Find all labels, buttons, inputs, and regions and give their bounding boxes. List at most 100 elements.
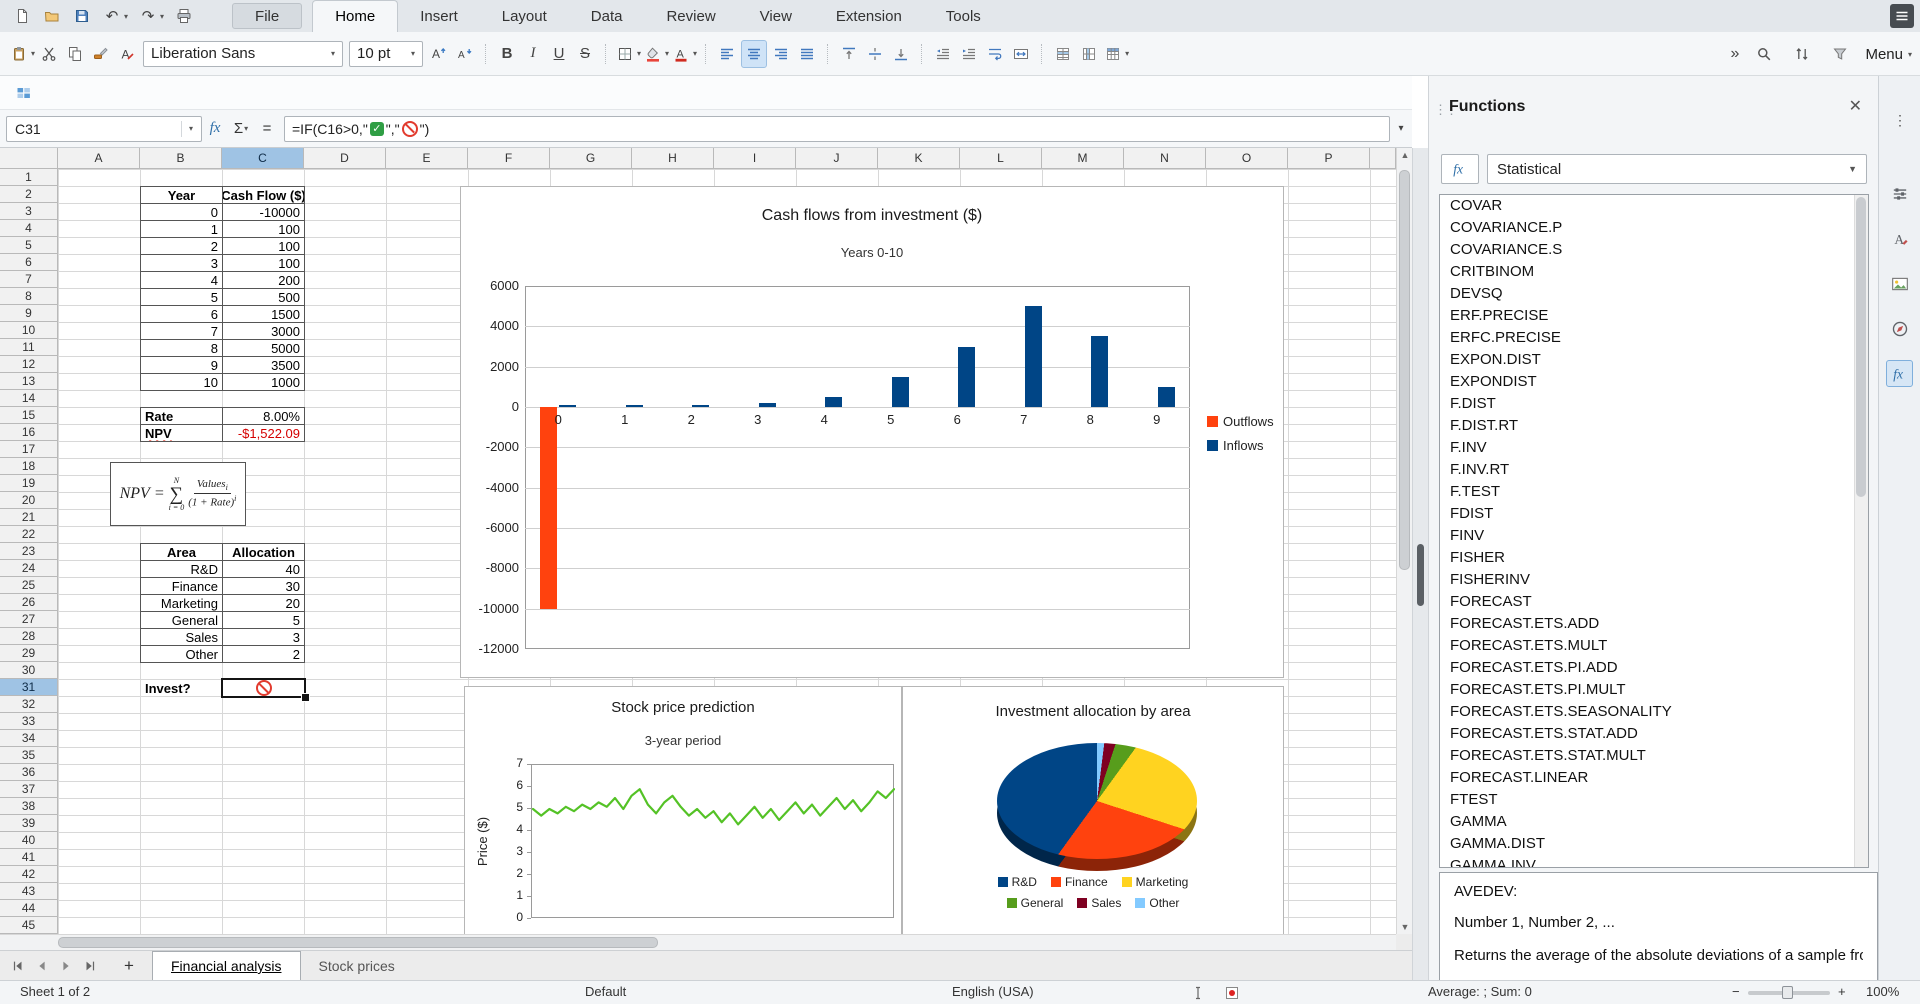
- row-header-43[interactable]: 43: [0, 883, 58, 900]
- menu-tab-view[interactable]: View: [738, 1, 814, 32]
- first-sheet-button[interactable]: [8, 956, 28, 976]
- print-button[interactable]: [172, 4, 196, 28]
- cell-B25[interactable]: Finance: [141, 578, 222, 594]
- font-name-dropdown-arrow[interactable]: ▾: [323, 49, 335, 58]
- column-header-M[interactable]: M: [1042, 148, 1124, 169]
- formula-input[interactable]: =IF(C16>0,"✓",""): [284, 116, 1390, 142]
- function-item[interactable]: FORECAST.ETS.STAT.ADD: [1440, 723, 1868, 745]
- function-item[interactable]: FORECAST.ETS.STAT.MULT: [1440, 745, 1868, 767]
- zoom-out-button[interactable]: −: [1732, 984, 1740, 999]
- scroll-down-arrow[interactable]: ▼: [1397, 922, 1413, 932]
- previous-sheet-button[interactable]: [32, 956, 52, 976]
- cut-button[interactable]: [37, 41, 61, 67]
- cell-B23[interactable]: Area: [141, 544, 222, 560]
- zoom-slider-thumb[interactable]: [1782, 986, 1793, 999]
- sheet-tab-financial-analysis[interactable]: Financial analysis: [152, 951, 301, 981]
- row-header-5[interactable]: 5: [0, 237, 58, 254]
- italic-button[interactable]: I: [521, 41, 545, 67]
- sidebar-splitter-handle[interactable]: [1417, 544, 1424, 606]
- function-item[interactable]: F.TEST: [1440, 481, 1868, 503]
- cell-B13[interactable]: 10: [141, 374, 222, 390]
- function-item[interactable]: F.INV: [1440, 437, 1868, 459]
- horizontal-scrollbar[interactable]: [0, 934, 1396, 950]
- function-wizard-button[interactable]: fx: [202, 116, 228, 142]
- expand-formula-bar-arrow[interactable]: ▾: [1390, 123, 1412, 134]
- function-item[interactable]: FORECAST.ETS.PI.ADD: [1440, 657, 1868, 679]
- column-header-J[interactable]: J: [796, 148, 878, 169]
- deck-gallery-button[interactable]: [1886, 270, 1913, 297]
- row-header-8[interactable]: 8: [0, 288, 58, 305]
- cell-B9[interactable]: 6: [141, 306, 222, 322]
- cell-C27[interactable]: 5: [223, 612, 304, 628]
- column-header-H[interactable]: H: [632, 148, 714, 169]
- cell-C8[interactable]: 500: [223, 289, 304, 305]
- cell-B28[interactable]: Sales: [141, 629, 222, 645]
- menu-button[interactable]: Menu▾: [1865, 46, 1912, 63]
- column-header-D[interactable]: D: [304, 148, 386, 169]
- new-doc-button[interactable]: [10, 4, 34, 28]
- row-header-38[interactable]: 38: [0, 798, 58, 815]
- font-color-button[interactable]: A▾: [671, 41, 697, 67]
- borders-button[interactable]: ▾: [615, 41, 641, 67]
- row-header-15[interactable]: 15: [0, 407, 58, 424]
- next-sheet-button[interactable]: [56, 956, 76, 976]
- cell-C7[interactable]: 200: [223, 272, 304, 288]
- row-header-7[interactable]: 7: [0, 271, 58, 288]
- align-right-button[interactable]: [769, 41, 793, 67]
- function-item[interactable]: FINV: [1440, 525, 1868, 547]
- function-item[interactable]: EXPONDIST: [1440, 371, 1868, 393]
- row-header-23[interactable]: 23: [0, 543, 58, 560]
- row-header-14[interactable]: 14: [0, 390, 58, 407]
- cell-C28[interactable]: 3: [223, 629, 304, 645]
- menu-tab-review[interactable]: Review: [644, 1, 737, 32]
- function-item[interactable]: GAMMA: [1440, 811, 1868, 833]
- row-header-45[interactable]: 45: [0, 917, 58, 934]
- cell-B29[interactable]: Other: [141, 646, 222, 662]
- undo-dropdown-arrow[interactable]: ▾: [124, 12, 128, 21]
- cell-B5[interactable]: 2: [141, 238, 222, 254]
- sidebar-menu-icon[interactable]: ⋮: [1893, 112, 1907, 129]
- scroll-up-arrow[interactable]: ▲: [1397, 150, 1413, 160]
- function-list[interactable]: COVARCOVARIANCE.PCOVARIANCE.SCRITBINOMDE…: [1439, 194, 1869, 868]
- row-header-27[interactable]: 27: [0, 611, 58, 628]
- npv-formula-object[interactable]: NPV = N ∑ i = 0 Valuesi (1 + Rate)i: [110, 462, 246, 526]
- function-item[interactable]: FORECAST.ETS.MULT: [1440, 635, 1868, 657]
- column-header-N[interactable]: N: [1124, 148, 1206, 169]
- function-item[interactable]: FORECAST.LINEAR: [1440, 767, 1868, 789]
- column-header-A[interactable]: A: [58, 148, 140, 169]
- row-header-41[interactable]: 41: [0, 849, 58, 866]
- cell-C29[interactable]: 2: [223, 646, 304, 662]
- function-item[interactable]: FDIST: [1440, 503, 1868, 525]
- menu-tab-layout[interactable]: Layout: [480, 1, 569, 32]
- function-item[interactable]: FORECAST.ETS.ADD: [1440, 613, 1868, 635]
- function-item[interactable]: DEVSQ: [1440, 283, 1868, 305]
- cell-B15[interactable]: Rate: [141, 408, 222, 424]
- font-size-dropdown-arrow[interactable]: ▾: [403, 49, 415, 58]
- function-item[interactable]: GAMMA.INV: [1440, 855, 1868, 868]
- row-header-28[interactable]: 28: [0, 628, 58, 645]
- row-header-29[interactable]: 29: [0, 645, 58, 662]
- deck-styles-button[interactable]: A: [1886, 225, 1913, 252]
- font-size-combobox[interactable]: 10 pt▾: [349, 41, 423, 67]
- font-color-dropdown-arrow[interactable]: ▾: [693, 49, 697, 58]
- cell-C10[interactable]: 3000: [223, 323, 304, 339]
- sheet-tab-stock-prices[interactable]: Stock prices: [301, 951, 413, 980]
- cell-B10[interactable]: 7: [141, 323, 222, 339]
- function-list-scrollbar[interactable]: [1854, 195, 1868, 867]
- function-item[interactable]: ERF.PRECISE: [1440, 305, 1868, 327]
- cell-C9[interactable]: 1500: [223, 306, 304, 322]
- selection-mode-icon[interactable]: [1188, 983, 1208, 1003]
- menu-tab-file[interactable]: File: [232, 3, 302, 29]
- cell-C12[interactable]: 3500: [223, 357, 304, 373]
- row-header-6[interactable]: 6: [0, 254, 58, 271]
- clone-formatting-button[interactable]: [89, 41, 113, 67]
- function-item[interactable]: F.INV.RT: [1440, 459, 1868, 481]
- function-item[interactable]: GAMMA.DIST: [1440, 833, 1868, 855]
- function-item[interactable]: FISHERINV: [1440, 569, 1868, 591]
- column-header-partial[interactable]: [1370, 148, 1396, 169]
- cell-B2[interactable]: Year: [141, 187, 222, 203]
- insert-table-button[interactable]: ▾: [1103, 41, 1129, 67]
- bold-button[interactable]: B: [495, 41, 519, 67]
- row-header-22[interactable]: 22: [0, 526, 58, 543]
- row-header-18[interactable]: 18: [0, 458, 58, 475]
